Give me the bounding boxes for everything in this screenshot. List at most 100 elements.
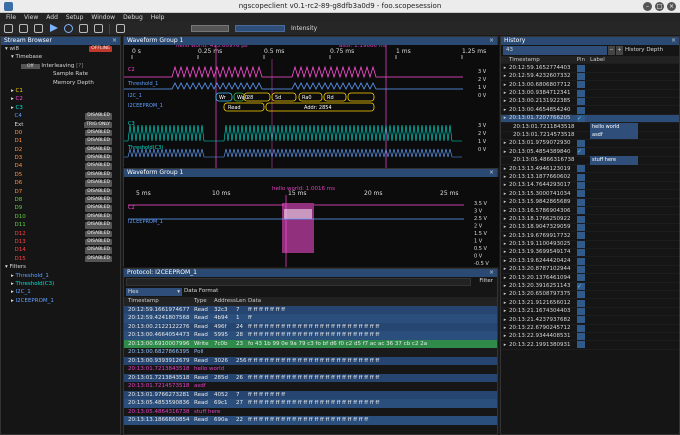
protocol-row[interactable]: 20:13:00.9393912679 Read 3026 256 ff ff ff f…: [124, 356, 497, 365]
protocol-col-len[interactable]: Len: [236, 297, 248, 306]
close-icon[interactable]: ×: [667, 2, 676, 11]
add-instrument-icon[interactable]: [4, 24, 13, 33]
channel-item[interactable]: D2 DISABLED: [1, 146, 120, 154]
pin-checkbox[interactable]: [577, 333, 585, 341]
expand-icon[interactable]: [11, 155, 13, 161]
expand-icon[interactable]: [11, 197, 13, 203]
channel-item[interactable]: D10 DISABLED: [1, 213, 120, 221]
expand-icon[interactable]: ▸: [501, 341, 509, 349]
expand-icon[interactable]: ▸: [501, 240, 509, 248]
trigger-start-icon[interactable]: [49, 24, 58, 33]
expand-icon[interactable]: ▸: [501, 307, 509, 315]
pin-checkbox[interactable]: [577, 89, 585, 97]
expand-icon[interactable]: ▸: [11, 281, 14, 287]
expand-icon[interactable]: ▸: [501, 282, 509, 290]
expand-icon[interactable]: [11, 239, 13, 245]
close-panel-icon[interactable]: ×: [671, 37, 676, 45]
channel-item[interactable]: D8 DISABLED: [1, 196, 120, 204]
menu-item-debug[interactable]: Debug: [123, 13, 143, 22]
pin-checkbox[interactable]: ✓: [577, 148, 585, 156]
channel-item[interactable]: C4 DISABLED: [1, 112, 120, 120]
protocol-row[interactable]: 20:12:59.4241807568 Read 4b94 1 ff: [124, 314, 497, 323]
pin-checkbox[interactable]: ✓: [577, 282, 585, 290]
protocol-row[interactable]: 20:13:05.4864316738 stuff here: [124, 407, 497, 416]
channel-item[interactable]: D1 DISABLED: [1, 137, 120, 145]
expand-icon[interactable]: ▸: [11, 298, 14, 304]
increment-icon[interactable]: +: [616, 46, 623, 55]
menu-item-setup[interactable]: Setup: [66, 13, 83, 22]
pin-checkbox[interactable]: [577, 173, 585, 181]
stop-icon[interactable]: [79, 24, 88, 33]
expand-icon[interactable]: [11, 130, 13, 136]
intensity-slider[interactable]: [235, 25, 285, 32]
expand-icon[interactable]: ▾: [11, 54, 14, 60]
pin-checkbox[interactable]: [577, 190, 585, 198]
waveform-plot-middle[interactable]: 5 ms 10 ms 15 ms 20 ms 25 mshello world: 1.0…: [124, 177, 499, 267]
protocol-row[interactable]: 20:13:01.7213843518 Read 285d 26 ff ff ff ff…: [124, 373, 497, 382]
protocol-row[interactable]: 20:13:00.6827866395 Poll: [124, 348, 497, 357]
pin-checkbox[interactable]: [577, 324, 585, 332]
channel-item[interactable]: D14 DISABLED: [1, 246, 120, 254]
expand-icon[interactable]: ▸: [501, 223, 509, 231]
expand-icon[interactable]: ▸: [501, 114, 509, 122]
timebase-samplerate[interactable]: Sample Rate: [1, 70, 120, 78]
expand-icon[interactable]: [11, 231, 13, 237]
menu-item-help[interactable]: Help: [151, 13, 165, 22]
expand-icon[interactable]: [11, 163, 13, 169]
pin-checkbox[interactable]: [577, 207, 585, 215]
expand-icon[interactable]: [11, 172, 13, 178]
device-item[interactable]: ▾ wi8 OFFLINE: [1, 45, 120, 53]
expand-icon[interactable]: ▸: [501, 72, 509, 80]
channel-item[interactable]: D4 DISABLED: [1, 162, 120, 170]
channel-item[interactable]: Ext TRIG ONLY: [1, 121, 120, 129]
protocol-row[interactable]: 20:13:05.4853590836 Read 69c1 27 ff ff ff ff…: [124, 399, 497, 408]
expand-icon[interactable]: [11, 122, 13, 128]
expand-icon[interactable]: ▸: [501, 81, 509, 89]
expand-icon[interactable]: ▸: [501, 265, 509, 273]
expand-icon[interactable]: ▸: [501, 316, 509, 324]
pin-checkbox[interactable]: [577, 215, 585, 223]
expand-icon[interactable]: [11, 189, 13, 195]
expand-icon[interactable]: ▸: [501, 181, 509, 189]
expand-icon[interactable]: ▾: [5, 264, 8, 270]
pin-checkbox[interactable]: [577, 274, 585, 282]
expand-icon[interactable]: ▸: [11, 273, 14, 279]
expand-icon[interactable]: [11, 256, 13, 262]
pin-checkbox[interactable]: [577, 98, 585, 106]
pin-checkbox[interactable]: [577, 81, 585, 89]
history-label[interactable]: hello world: [590, 122, 638, 132]
close-panel-icon[interactable]: ×: [489, 269, 494, 277]
menu-item-add[interactable]: Add: [46, 13, 58, 22]
expand-icon[interactable]: ▸: [11, 88, 14, 94]
expand-icon[interactable]: ▸: [501, 207, 509, 215]
protocol-filter-input[interactable]: [126, 278, 471, 286]
expand-icon[interactable]: ▸: [501, 324, 509, 332]
channel-item[interactable]: D7 DISABLED: [1, 188, 120, 196]
pin-checkbox[interactable]: [577, 257, 585, 265]
trigger-single-icon[interactable]: [34, 24, 43, 33]
protocol-row[interactable]: 20:13:01.7213843518 hello world: [124, 365, 497, 374]
channel-item[interactable]: D13 DISABLED: [1, 238, 120, 246]
fullscreen-icon[interactable]: [94, 24, 103, 33]
pin-checkbox[interactable]: [577, 265, 585, 273]
channel-item[interactable]: D12 DISABLED: [1, 230, 120, 238]
expand-icon[interactable]: ▸: [501, 89, 509, 97]
expand-icon[interactable]: ▸: [501, 165, 509, 173]
expand-icon[interactable]: ▸: [501, 299, 509, 307]
protocol-row[interactable]: 20:12:59.1661974677 Read 32c3 7 ff ff ff ff …: [124, 305, 497, 314]
protocol-col-address[interactable]: Address: [214, 297, 236, 306]
pin-checkbox[interactable]: [577, 64, 585, 72]
channel-item[interactable]: D0 DISABLED: [1, 129, 120, 137]
close-panel-icon[interactable]: ×: [112, 37, 117, 45]
expand-icon[interactable]: ▸: [501, 215, 509, 223]
pin-checkbox[interactable]: [577, 106, 585, 114]
channel-item[interactable]: D3 DISABLED: [1, 154, 120, 162]
pin-checkbox[interactable]: [577, 249, 585, 257]
channel-item[interactable]: D9 DISABLED: [1, 204, 120, 212]
save-icon[interactable]: [19, 24, 28, 33]
channel-item[interactable]: ▸ C1: [1, 87, 120, 95]
expand-icon[interactable]: [11, 222, 13, 228]
channel-item[interactable]: D15 DISABLED: [1, 255, 120, 263]
timebase-mode-select[interactable]: Off: [21, 63, 40, 69]
history-label[interactable]: stuff here: [590, 156, 638, 165]
